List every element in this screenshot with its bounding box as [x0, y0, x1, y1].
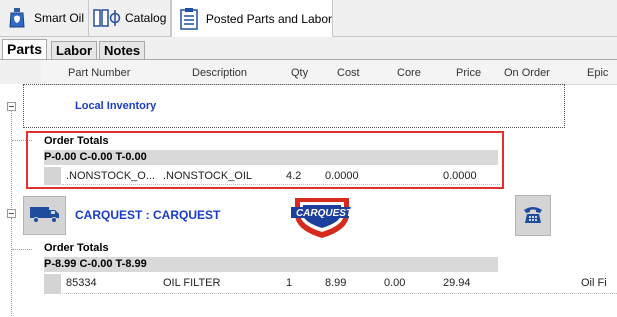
collapse-carquest-toggle[interactable] — [7, 209, 16, 218]
svg-text:CARQUEST: CARQUEST — [296, 208, 353, 219]
carquest-epic[interactable]: Oil Fi — [581, 277, 607, 289]
catalog-icon — [93, 7, 121, 29]
vendor-name-local: Local Inventory — [75, 100, 157, 112]
col-core[interactable]: Core — [397, 67, 421, 79]
tab-catalog[interactable]: Catalog — [89, 0, 171, 36]
oil-bottle-icon — [6, 7, 28, 29]
tab-posted-parts-label: Posted Parts and Labor — [205, 11, 332, 26]
tab-smart-oil-label: Smart Oil — [34, 11, 85, 25]
inner-tab-bar: Parts Labor Notes — [0, 37, 617, 60]
tab-catalog-label: Catalog — [125, 11, 167, 25]
top-tab-bar: Smart Oil Catalog Posted Parts and Labor — [0, 0, 617, 37]
truck-icon — [29, 204, 61, 227]
column-header-row: Part Number Description Qty Cost Core Pr… — [0, 60, 617, 85]
col-on-order[interactable]: On Order — [504, 67, 550, 79]
carquest-part-number[interactable]: 85334 — [66, 277, 97, 289]
carquest-logo: CARQUEST — [288, 194, 355, 243]
tab-parts[interactable]: Parts — [2, 39, 48, 60]
order-totals-carquest: P-8.99 C-0.00 T-8.99 — [44, 258, 147, 270]
carquest-description[interactable]: OIL FILTER — [163, 277, 220, 289]
carquest-core[interactable]: 0.00 — [384, 277, 405, 289]
tree-line — [11, 110, 12, 210]
tab-smart-oil[interactable]: Smart Oil — [0, 0, 89, 36]
carquest-qty[interactable]: 1 — [286, 277, 292, 289]
telephone-icon — [522, 203, 544, 228]
posted-parts-icon — [178, 7, 200, 30]
highlight-box — [26, 131, 504, 189]
tab-posted-parts-and-labor[interactable]: Posted Parts and Labor — [171, 0, 333, 37]
tab-labor[interactable]: Labor — [51, 41, 98, 59]
col-qty[interactable]: Qty — [291, 67, 308, 79]
row-divider — [62, 293, 617, 294]
parts-grid: Part Number Description Qty Cost Core Pr… — [0, 59, 617, 317]
carquest-cost[interactable]: 8.99 — [325, 277, 346, 289]
collapse-local-inventory-toggle[interactable] — [7, 102, 16, 111]
order-totals-title-carquest: Order Totals — [44, 242, 109, 254]
col-cost[interactable]: Cost — [337, 67, 360, 79]
row-selector-header — [0, 60, 42, 84]
delivery-truck-button[interactable] — [23, 196, 66, 235]
col-price[interactable]: Price — [456, 67, 481, 79]
vendor-name-carquest[interactable]: CARQUEST : CARQUEST — [75, 208, 220, 222]
call-vendor-button[interactable] — [515, 195, 551, 236]
col-epic[interactable]: Epic — [587, 67, 608, 79]
tree-line — [11, 218, 12, 317]
row-selector[interactable] — [44, 274, 61, 294]
col-part-number[interactable]: Part Number — [68, 67, 130, 79]
tab-notes[interactable]: Notes — [99, 41, 146, 59]
carquest-price[interactable]: 29.94 — [443, 277, 471, 289]
col-description[interactable]: Description — [192, 67, 247, 79]
tree-line — [12, 249, 32, 250]
